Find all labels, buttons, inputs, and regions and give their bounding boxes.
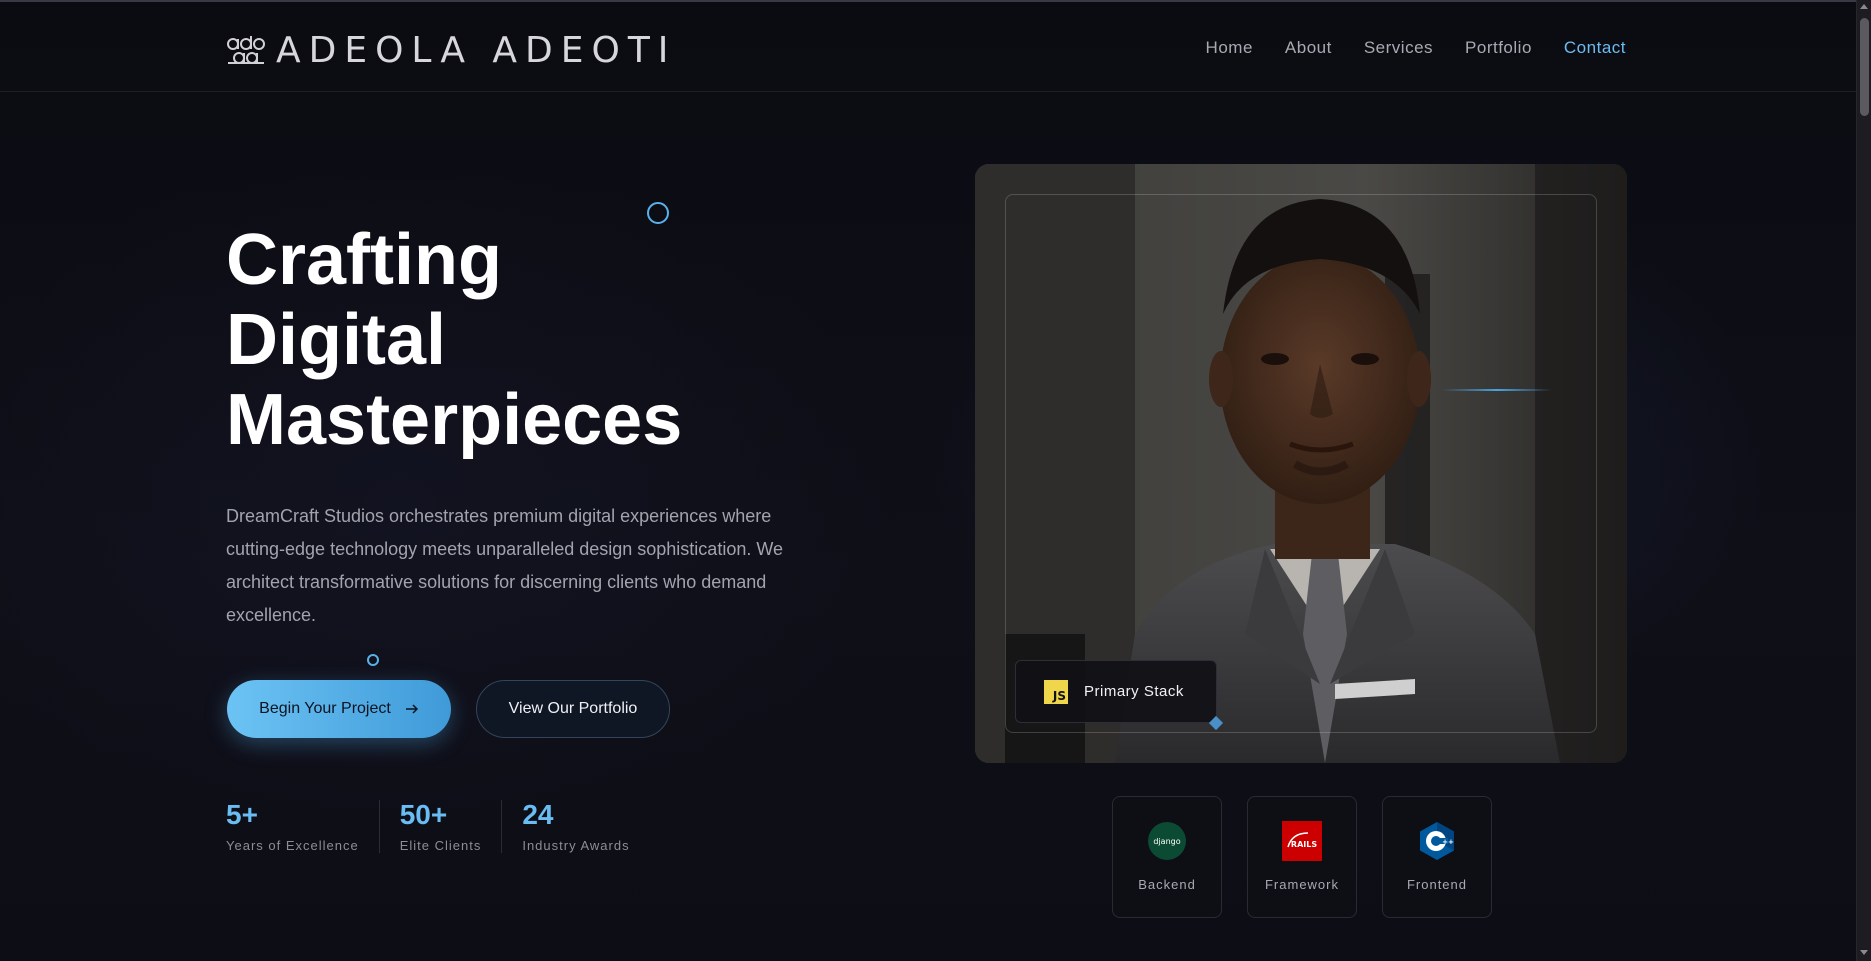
django-icon: django xyxy=(1147,821,1187,861)
stat-value: 50+ xyxy=(399,799,448,830)
begin-project-button[interactable]: Begin Your Project xyxy=(227,680,451,738)
hero-title-line: Masterpieces xyxy=(226,380,683,460)
nav-contact[interactable]: Contact xyxy=(1564,38,1626,58)
stat-item: 50+ Elite Clients xyxy=(378,799,502,853)
tech-card-backend[interactable]: django Backend xyxy=(1112,796,1222,918)
view-portfolio-button[interactable]: View Our Portfolio xyxy=(476,680,670,738)
tech-label: Backend xyxy=(1138,877,1196,892)
hero-description: DreamCraft Studios orchestrates premium … xyxy=(226,506,784,625)
top-navbar: ADEOLA ADEOTI Home About Services Portfo… xyxy=(0,2,1856,92)
tech-card-framework[interactable]: RAILS Framework xyxy=(1247,796,1357,918)
arrow-right-icon xyxy=(405,704,418,714)
decorative-dot xyxy=(367,654,379,666)
stat-label: Years of Excellence xyxy=(226,838,359,853)
tech-label: Frontend xyxy=(1406,877,1468,892)
hero-title: Crafting Digital Masterpieces xyxy=(226,220,682,460)
tech-label: Framework xyxy=(1264,877,1339,892)
hero-title-line: Digital xyxy=(226,300,447,380)
svg-text:RAILS: RAILS xyxy=(1291,840,1317,849)
nav-home[interactable]: Home xyxy=(1206,38,1253,58)
nav-portfolio[interactable]: Portfolio xyxy=(1465,38,1532,58)
brand-name: ADEOLA ADEOTI xyxy=(276,30,677,71)
page-scrollbar[interactable] xyxy=(1856,0,1871,961)
primary-stack-label: Primary Stack xyxy=(1084,683,1184,700)
javascript-icon: JS xyxy=(1044,679,1068,704)
brand[interactable]: ADEOLA ADEOTI xyxy=(226,30,676,71)
hero-title-line: Crafting xyxy=(226,220,502,300)
stat-value: 24 xyxy=(522,799,554,830)
nav-links: Home About Services Portfolio Contact xyxy=(1174,38,1626,58)
scroll-thumb[interactable] xyxy=(1860,18,1869,116)
nav-about[interactable]: About xyxy=(1285,38,1332,58)
cpp-icon: ++ xyxy=(1417,821,1457,861)
stat-item: 24 Industry Awards xyxy=(501,800,649,853)
stats: 5+ Years of Excellence 50+ Elite Clients… xyxy=(226,800,650,853)
stat-item: 5+ Years of Excellence xyxy=(226,799,379,854)
svg-text:++: ++ xyxy=(1442,838,1454,846)
svg-text:django: django xyxy=(1153,837,1180,846)
tech-stack-row: django Backend RAILS Framework ++ Fronte… xyxy=(1112,796,1492,918)
stat-label: Industry Awards xyxy=(522,838,630,853)
accent-line xyxy=(1442,389,1552,391)
scroll-up-icon[interactable] xyxy=(1860,4,1868,9)
tech-card-frontend[interactable]: ++ Frontend xyxy=(1382,796,1492,918)
scroll-down-icon[interactable] xyxy=(1860,950,1868,955)
page: ADEOLA ADEOTI Home About Services Portfo… xyxy=(0,0,1856,961)
begin-project-label: Begin Your Project xyxy=(259,700,391,717)
nav-services[interactable]: Services xyxy=(1364,38,1433,58)
stat-value: 5+ xyxy=(226,799,258,830)
primary-stack-badge: JS Primary Stack xyxy=(1015,660,1217,723)
ade-monogram-icon xyxy=(227,35,265,64)
rails-icon: RAILS xyxy=(1282,821,1322,861)
photo-frame xyxy=(1005,194,1597,733)
stat-label: Elite Clients xyxy=(399,838,482,853)
